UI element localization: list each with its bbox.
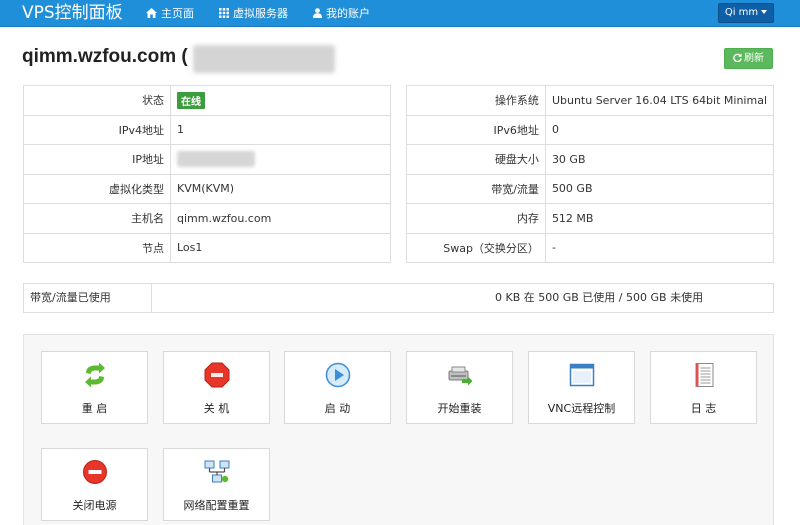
reboot-button[interactable]: 重 启 — [41, 351, 148, 424]
log-icon — [695, 363, 714, 387]
boot-icon — [325, 362, 351, 388]
reboot-icon — [85, 362, 105, 388]
bandwidth-usage-value: 0 KB 在 500 GB 已使用 / 500 GB 未使用 — [495, 291, 704, 304]
info-label: 带宽/流量 — [406, 173, 546, 204]
nav-item-home-label: 主页面 — [161, 7, 194, 20]
refresh-label: 刷新 — [744, 53, 764, 64]
vnc-icon — [569, 363, 595, 387]
info-row-status: 状态 在线 — [23, 85, 391, 116]
brand-title[interactable]: VPS控制面板 — [22, 0, 123, 27]
info-value: 30 GB — [544, 144, 775, 175]
info-row-node: 节点 Los1 — [23, 232, 391, 263]
shutdown-icon — [204, 362, 230, 388]
refresh-icon — [733, 52, 742, 62]
nav-item-my-account-label: 我的账户 — [326, 7, 370, 20]
nav-item-home[interactable]: 主页面 — [146, 0, 194, 27]
action-label: VNC远程控制 — [547, 402, 616, 415]
refresh-button[interactable]: 刷新 — [724, 48, 773, 69]
nav-item-virtual-servers-label: 虚拟服务器 — [233, 7, 288, 20]
action-label: 重 启 — [81, 402, 108, 415]
nav-item-virtual-servers[interactable]: 虚拟服务器 — [219, 0, 288, 27]
info-value-cell: 在线 — [170, 85, 391, 116]
info-label: IP地址 — [23, 144, 171, 175]
info-label: 主机名 — [23, 203, 171, 234]
power-off-button[interactable]: 关闭电源 — [41, 448, 148, 521]
redacted-ip-value — [177, 151, 255, 168]
info-row-ipv6: IPv6地址 0 — [406, 114, 775, 145]
log-button[interactable]: 日 志 — [650, 351, 757, 424]
info-row-ip: IP地址 — [23, 144, 391, 175]
bandwidth-usage-label: 带宽/流量已使用 — [24, 284, 152, 312]
info-label: IPv4地址 — [23, 114, 171, 145]
network-reset-icon — [204, 460, 230, 483]
info-value: 1 — [170, 114, 391, 145]
status-badge: 在线 — [177, 91, 205, 109]
nav-item-my-account[interactable]: 我的账户 — [313, 0, 370, 27]
info-label: 虚拟化类型 — [23, 173, 171, 204]
action-label: 网络配置重置 — [183, 499, 250, 512]
info-value: KVM(KVM) — [170, 173, 391, 204]
info-value: Los1 — [170, 232, 391, 263]
info-row-hostname: 主机名 qimm.wzfou.com — [23, 203, 391, 234]
info-row-ipv4: IPv4地址 1 — [23, 114, 391, 145]
info-label: Swap（交换分区） — [406, 232, 546, 263]
user-menu-button[interactable]: Qi mm — [718, 3, 774, 23]
info-value: - — [544, 232, 775, 263]
home-icon — [146, 8, 157, 18]
action-label: 开始重装 — [437, 402, 482, 415]
shutdown-button[interactable]: 关 机 — [163, 351, 270, 424]
user-name-label: Qi mm — [724, 7, 759, 18]
page-title: qimm.wzfou.com ( — [22, 46, 188, 67]
info-row-disk: 硬盘大小 30 GB — [406, 144, 775, 175]
info-label: 硬盘大小 — [406, 144, 546, 175]
user-icon — [313, 8, 322, 18]
info-value: 0 — [544, 114, 775, 145]
reinstall-button[interactable]: 开始重装 — [406, 351, 513, 424]
info-row-swap: Swap（交换分区） - — [406, 232, 775, 263]
info-row-bandwidth: 带宽/流量 500 GB — [406, 173, 775, 204]
network-reset-button[interactable]: 网络配置重置 — [163, 448, 270, 521]
actions-panel: 重 启 关 机 启 动 开始重装 VNC远程控制 日 志 关闭电源 网络配置重置 — [23, 334, 774, 525]
info-value: 500 GB — [544, 173, 775, 204]
boot-button[interactable]: 启 动 — [284, 351, 391, 424]
caret-down-icon — [761, 10, 768, 14]
info-row-virtualization: 虚拟化类型 KVM(KVM) — [23, 173, 391, 204]
server-info-table-left: 状态 在线 IPv4地址 1 IP地址 虚拟化类型 KVM(KVM) 主机名 q… — [23, 85, 391, 263]
power-off-icon — [83, 460, 107, 484]
info-row-os: 操作系统 Ubuntu Server 16.04 LTS 64bit Minim… — [406, 85, 775, 116]
vnc-button[interactable]: VNC远程控制 — [528, 351, 635, 424]
server-info-table-right: 操作系统 Ubuntu Server 16.04 LTS 64bit Minim… — [406, 85, 775, 263]
redacted-ip-address — [193, 45, 335, 73]
info-label: 节点 — [23, 232, 171, 263]
action-label: 启 动 — [324, 402, 351, 415]
info-value: Ubuntu Server 16.04 LTS 64bit Minimal — [544, 85, 775, 116]
action-label: 关 机 — [203, 402, 230, 415]
info-value: 512 MB — [544, 203, 775, 234]
bandwidth-usage-row: 带宽/流量已使用 0 KB 在 500 GB 已使用 / 500 GB 未使用 — [23, 283, 774, 313]
info-label: 操作系统 — [406, 85, 546, 116]
top-navbar: VPS控制面板 主页面 虚拟服务器 我的账户 Qi mm — [0, 0, 800, 27]
info-value-cell — [170, 144, 391, 175]
action-label: 日 志 — [690, 402, 717, 415]
action-label: 关闭电源 — [72, 499, 117, 512]
grid-icon — [219, 8, 229, 18]
info-label: IPv6地址 — [406, 114, 546, 145]
info-row-memory: 内存 512 MB — [406, 203, 775, 234]
info-value: qimm.wzfou.com — [170, 203, 391, 234]
info-label: 状态 — [23, 85, 171, 116]
info-label: 内存 — [406, 203, 546, 234]
reinstall-icon — [448, 366, 473, 386]
